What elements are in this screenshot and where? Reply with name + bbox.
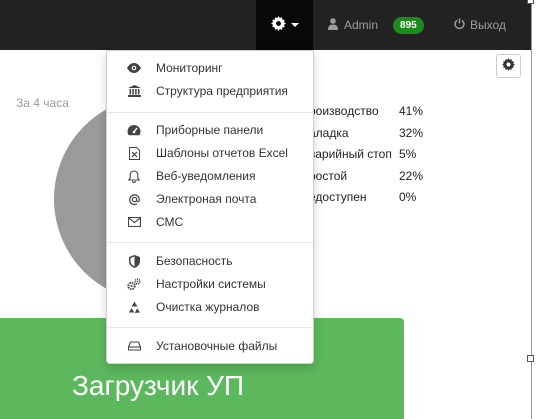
menu-item-label: Мониторинг xyxy=(156,61,223,75)
bell-icon xyxy=(127,169,141,183)
menu-item-monitoring[interactable]: Мониторинг xyxy=(107,57,313,79)
resize-handle-right[interactable] xyxy=(527,355,534,362)
logout-link[interactable]: Выход xyxy=(454,0,506,50)
menu-item-system-settings[interactable]: Настройки системы xyxy=(107,273,313,295)
panel-settings-button[interactable] xyxy=(496,54,521,78)
eye-icon xyxy=(127,61,141,75)
menu-item-label: Веб-уведомления xyxy=(156,169,256,183)
menu-item-label: Настройки системы xyxy=(156,277,266,291)
menu-item-email[interactable]: Электроная почта xyxy=(107,188,313,210)
gear-icon xyxy=(502,58,515,74)
legend-name: роизводство xyxy=(309,104,379,118)
at-icon xyxy=(127,192,141,206)
dashboard-icon xyxy=(127,123,141,137)
menu-item-label: СМС xyxy=(156,215,184,229)
gear-icon xyxy=(270,16,286,34)
shield-icon xyxy=(127,254,141,268)
menu-item-label: Безопасность xyxy=(156,254,233,268)
menu-item-label: Приборные панели xyxy=(156,123,264,137)
menu-item-dashboards[interactable]: Приборные панели xyxy=(107,119,313,141)
upload-loader-label: Загрузчик УП xyxy=(72,370,245,401)
menu-item-excel-templates[interactable]: Шаблоны отчетов Excel xyxy=(107,142,313,164)
excel-file-icon xyxy=(127,146,141,160)
menu-divider xyxy=(107,327,313,328)
menu-item-label: Электроная почта xyxy=(156,192,257,206)
user-name: Admin xyxy=(344,18,379,32)
caret-down-icon xyxy=(290,23,299,27)
notification-badge[interactable]: 895 xyxy=(393,16,424,34)
gears-icon xyxy=(127,277,141,291)
legend-value: 0% xyxy=(399,190,417,204)
recycle-icon xyxy=(127,300,141,314)
legend-value: 41% xyxy=(399,104,424,118)
menu-item-label: Очистка журналов xyxy=(156,300,260,314)
envelope-icon xyxy=(127,215,141,229)
legend-value: 32% xyxy=(399,125,424,140)
logout-label: Выход xyxy=(470,18,506,32)
menu-item-clear-logs[interactable]: Очистка журналов xyxy=(107,296,313,318)
menu-item-label: Структура предприятия xyxy=(156,84,288,98)
legend-name: ростой xyxy=(309,168,348,183)
menu-item-install-files[interactable]: Установочные файлы xyxy=(107,335,313,357)
legend-value: 22% xyxy=(399,168,424,183)
menu-divider xyxy=(107,112,313,113)
user-icon xyxy=(328,17,338,33)
power-icon xyxy=(454,18,465,32)
building-icon xyxy=(127,84,141,98)
settings-menu-toggle[interactable] xyxy=(256,0,313,50)
menu-item-label: Шаблоны отчетов Excel xyxy=(156,146,288,160)
legend-value: 5% xyxy=(399,147,417,161)
legend-name: аладка xyxy=(309,125,349,140)
top-navbar: Admin 895 Выход xyxy=(0,0,531,50)
menu-item-security[interactable]: Безопасность xyxy=(107,250,313,272)
menu-divider xyxy=(107,242,313,243)
menu-item-sms[interactable]: СМС xyxy=(107,211,313,233)
resize-handle-top[interactable] xyxy=(527,0,534,4)
menu-item-web-notifications[interactable]: Веб-уведомления xyxy=(107,165,313,187)
menu-item-label: Установочные файлы xyxy=(156,339,278,353)
period-label: За 4 часа xyxy=(16,96,69,110)
hdd-icon xyxy=(127,339,141,353)
user-menu[interactable]: Admin 895 xyxy=(328,0,424,50)
settings-dropdown-menu: Мониторинг Структура предприятия Приборн… xyxy=(106,50,314,364)
legend-name: едоступен xyxy=(309,190,367,204)
legend-name: варийный стоп xyxy=(309,147,392,161)
menu-item-structure[interactable]: Структура предприятия xyxy=(107,80,313,102)
